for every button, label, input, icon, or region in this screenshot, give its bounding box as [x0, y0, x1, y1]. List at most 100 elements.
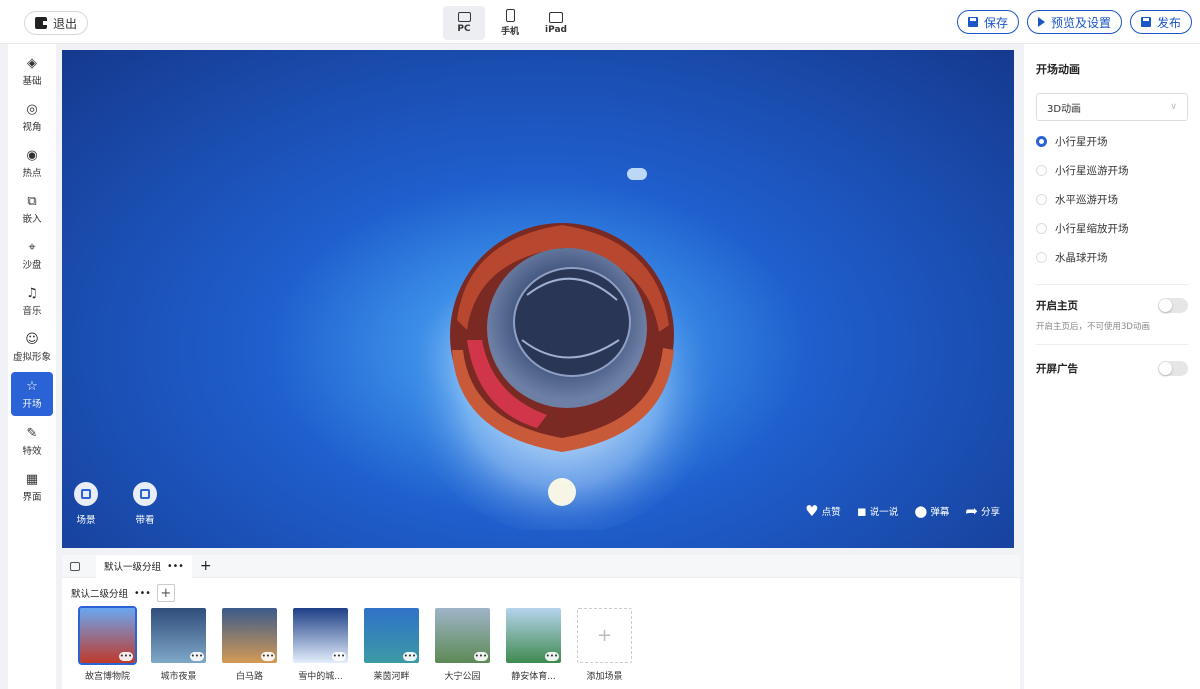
opening-option[interactable]: 水平巡游开场: [1036, 185, 1188, 214]
animation-type-select[interactable]: 3D动画 ∨: [1036, 93, 1188, 121]
guided-tour-button[interactable]: 带看: [133, 482, 157, 526]
sidebar-item-label: 视角: [22, 121, 42, 133]
exit-button[interactable]: 退出: [24, 11, 89, 35]
sidebar-item-effects[interactable]: ✎ 特效: [8, 418, 56, 464]
device-phone-button[interactable]: 手机: [489, 6, 531, 40]
monitor-icon: [457, 12, 471, 22]
scene-item[interactable]: ••• 城市夜景: [151, 608, 206, 682]
scene-more-icon[interactable]: •••: [332, 652, 346, 661]
scene-item[interactable]: ••• 雪中的城...: [293, 608, 348, 682]
scene-item[interactable]: ••• 静安体育...: [506, 608, 561, 682]
sidebar-item-opening[interactable]: ☆ 开场: [11, 372, 53, 416]
sidebar-item-hotspot[interactable]: ◉ 热点: [8, 140, 56, 186]
scene-thumbnail: •••: [222, 608, 277, 663]
scene-thumbnail: •••: [364, 608, 419, 663]
publish-button[interactable]: 发布: [1129, 10, 1192, 34]
chat-bubble-icon: ▪: [856, 502, 867, 520]
publish-icon: [1140, 17, 1151, 27]
sidebar-item-label: 开场: [22, 398, 42, 410]
homepage-toggle[interactable]: [1158, 298, 1188, 313]
homepage-row: 开启主页: [1036, 298, 1188, 313]
homepage-title: 开启主页: [1036, 300, 1078, 312]
device-label: 手机: [500, 27, 519, 37]
scene-more-icon[interactable]: •••: [545, 652, 559, 661]
scene-item[interactable]: ••• 莱茵河畔: [364, 608, 419, 682]
option-label: 水晶球开场: [1055, 252, 1108, 264]
danmaku-button[interactable]: ● 弹幕: [914, 502, 949, 520]
social-actions: ♥ 点赞 ▪ 说一说 ● 弹幕 ➦ 分享: [805, 502, 1000, 520]
scene-more-icon[interactable]: •••: [261, 652, 275, 661]
share-button[interactable]: ➦ 分享: [965, 502, 1000, 520]
group-copy-icon[interactable]: [70, 561, 80, 571]
sidebar-item-basic[interactable]: ◈ 基础: [8, 48, 56, 94]
like-button[interactable]: ♥ 点赞: [805, 502, 840, 520]
comment-button[interactable]: ▪ 说一说: [857, 502, 899, 520]
scene-list: ••• 故宫博物院 ••• 城市夜景 ••• 白马路 ••• 雪中的城... ••• 莱茵河畔 ••…: [62, 606, 1020, 682]
scene-list-button[interactable]: 场景: [74, 482, 98, 526]
scene-thumbnail: •••: [293, 608, 348, 663]
cloud-shape: [627, 168, 647, 180]
music-icon: ♫: [26, 285, 38, 301]
scene-label: 白马路: [235, 672, 263, 682]
sidebar-item-label: 音乐: [22, 305, 42, 317]
scene-item[interactable]: ••• 故宫博物院: [78, 606, 137, 682]
scene-label: 雪中的城...: [298, 672, 343, 682]
radio-icon: [1036, 165, 1047, 176]
opening-option[interactable]: 小行星缩放开场: [1036, 214, 1188, 243]
sidebar-item-label: 特效: [22, 445, 42, 457]
scene-label: 故宫博物院: [84, 672, 130, 682]
sandbox-icon: ⌖: [28, 239, 36, 255]
scene-manager: 默认一级分组 ••• + 默认二级分组 ••• + ••• 故宫博物院 ••• 城市夜…: [62, 554, 1020, 689]
save-button[interactable]: 保存: [956, 10, 1019, 34]
preview-settings-button[interactable]: 预览及设置: [1026, 10, 1122, 34]
opening-animation-title: 开场动画: [1036, 63, 1080, 76]
add-group2-button[interactable]: +: [156, 584, 175, 602]
sidebar-item-music[interactable]: ♫ 音乐: [8, 278, 56, 324]
danmaku-icon: ●: [914, 502, 928, 520]
scene-more-icon[interactable]: •••: [403, 652, 417, 661]
sidebar-item-interface[interactable]: ▦ 界面: [8, 464, 56, 510]
panorama-preview[interactable]: 场景 带看 ♥ 点赞 ▪ 说一说 ● 弹幕 ➦ 分享: [62, 50, 1014, 548]
sidebar-item-embed[interactable]: ⧉ 嵌入: [8, 186, 56, 232]
device-ipad-button[interactable]: iPad: [535, 6, 577, 40]
more-icon[interactable]: •••: [134, 588, 151, 599]
opening-option[interactable]: 小行星巡游开场: [1036, 156, 1188, 185]
preview-label: 预览及设置: [1050, 15, 1111, 30]
interface-icon: ▦: [25, 471, 39, 487]
scene-item[interactable]: ••• 白马路: [222, 608, 277, 682]
play-icon: [1037, 17, 1045, 27]
sidebar-item-avatar[interactable]: ☺ 虚拟形象: [8, 324, 56, 370]
device-pc-button[interactable]: PC: [443, 6, 485, 40]
group2-label[interactable]: 默认二级分组: [71, 586, 128, 600]
scene-item[interactable]: ••• 大宁公园: [435, 608, 490, 682]
add-scene-button[interactable]: + 添加场景: [577, 608, 632, 682]
settings-panel: 开场动画 3D动画 ∨ 小行星开场 小行星巡游开场水平巡游开场小行星缩放开场水晶球…: [1024, 44, 1200, 689]
top-actions: 保存 预览及设置 发布: [956, 10, 1192, 34]
like-label: 点赞: [821, 507, 841, 518]
opening-option[interactable]: 小行星开场: [1036, 127, 1188, 156]
add-group1-button[interactable]: +: [200, 558, 212, 574]
editor-app: 退出 PC 手机 iPad 保存 预览及设置 发布 ◈ 基础 ◎ 视角 ◉ 热点…: [0, 0, 1200, 689]
scene-more-icon[interactable]: •••: [119, 652, 133, 661]
splash-ad-toggle[interactable]: [1158, 361, 1188, 376]
exit-label: 退出: [53, 16, 78, 31]
sidebar-item-view-angle[interactable]: ◎ 视角: [8, 94, 56, 140]
radio-icon: [1036, 194, 1047, 205]
add-scene-label: 添加场景: [586, 672, 623, 682]
scene-more-icon[interactable]: •••: [474, 652, 488, 661]
second-level-groups: 默认二级分组 ••• +: [62, 578, 1020, 608]
more-icon[interactable]: •••: [167, 561, 184, 572]
group1-tab[interactable]: 默认一级分组 •••: [96, 554, 192, 578]
heart-icon: ♥: [805, 502, 819, 520]
sidebar-item-sandbox[interactable]: ⌖ 沙盘: [8, 232, 56, 278]
sidebar-item-label: 虚拟形象: [12, 351, 51, 363]
scene-more-icon[interactable]: •••: [190, 652, 204, 661]
publish-label: 发布: [1156, 15, 1181, 30]
radio-icon: [1036, 136, 1047, 147]
option-label: 水平巡游开场: [1055, 194, 1118, 206]
effects-icon: ✎: [26, 425, 38, 441]
scene-label: 城市夜景: [160, 672, 197, 682]
layers-icon: ◈: [27, 55, 37, 71]
opening-option[interactable]: 水晶球开场: [1036, 243, 1188, 272]
guide-icon: [133, 482, 157, 506]
